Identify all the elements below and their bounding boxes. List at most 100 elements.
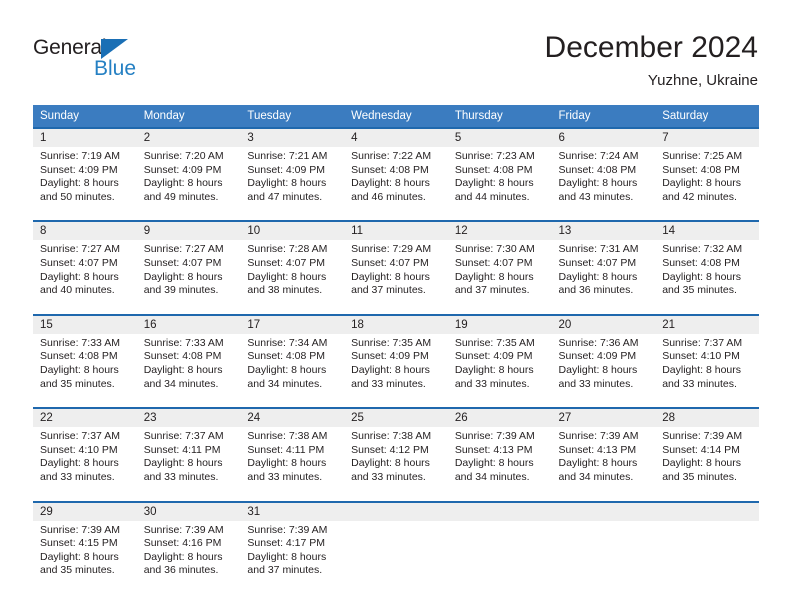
week-spacer-cell	[33, 305, 759, 314]
day-sunset-text: Sunset: 4:09 PM	[454, 350, 533, 363]
day-sunrise-text: Sunrise: 7:38 AM	[247, 430, 328, 443]
day-sunrise-text: Sunrise: 7:39 AM	[558, 430, 639, 443]
day-number[interactable]: 17	[240, 315, 345, 334]
day-daylight-text: and 39 minutes.	[143, 284, 219, 297]
day-cell[interactable]: Sunrise: 7:37 AM Sunset: 4:10 PM Daylight:…	[655, 333, 759, 400]
day-number[interactable]: 1	[33, 129, 137, 147]
day-cell[interactable]: Sunrise: 7:33 AM Sunset: 4:08 PM Daylight:…	[136, 333, 241, 400]
day-daylight-text: and 38 minutes.	[247, 284, 323, 297]
day-number[interactable]: 30	[136, 502, 241, 521]
day-sunset-text: Sunset: 4:09 PM	[40, 163, 118, 176]
day-number[interactable]: 19	[447, 315, 552, 334]
day-number[interactable]: 18	[344, 315, 448, 334]
day-sunset-text: Sunset: 4:08 PM	[351, 163, 429, 176]
day-number[interactable]: 24	[240, 409, 345, 428]
day-number[interactable]: 20	[551, 315, 656, 334]
day-number[interactable]: 28	[655, 409, 759, 428]
day-number[interactable]: 13	[551, 222, 656, 241]
day-sunrise-text: Sunrise: 7:39 AM	[247, 523, 328, 536]
page-subtitle: Yuzhne, Ukraine	[647, 72, 758, 89]
day-number[interactable]: 29	[33, 502, 137, 521]
day-number[interactable]: 5	[447, 129, 552, 147]
day-number[interactable]: 25	[344, 409, 448, 428]
week-spacer	[33, 492, 759, 501]
day-number[interactable]: 23	[136, 409, 241, 428]
day-number-empty	[447, 502, 552, 521]
day-number[interactable]: 9	[136, 222, 241, 241]
day-number[interactable]: 27	[551, 409, 656, 428]
day-cell[interactable]: Sunrise: 7:39 AM Sunset: 4:16 PM Daylight:…	[136, 520, 241, 586]
day-number[interactable]: 7	[655, 129, 759, 147]
day-cell[interactable]: Sunrise: 7:29 AM Sunset: 4:07 PM Daylight:…	[344, 240, 448, 306]
day-cell[interactable]: Sunrise: 7:38 AM Sunset: 4:12 PM Daylight:…	[344, 427, 448, 493]
day-cell[interactable]: Sunrise: 7:35 AM Sunset: 4:09 PM Daylight:…	[344, 333, 448, 400]
day-number[interactable]: 26	[447, 409, 552, 428]
week-spacer	[33, 399, 759, 408]
day-number[interactable]: 21	[655, 315, 759, 334]
page-header: General Blue December 2024 Yuzhne, Ukrai…	[0, 0, 792, 100]
day-number[interactable]: 10	[240, 222, 345, 241]
day-sunrise-text: Sunrise: 7:28 AM	[247, 243, 328, 256]
day-number[interactable]: 11	[344, 222, 448, 241]
day-cell-empty	[344, 520, 448, 586]
day-cell[interactable]: Sunrise: 7:37 AM Sunset: 4:11 PM Daylight:…	[136, 427, 241, 493]
day-daylight-text: Daylight: 8 hours	[558, 363, 638, 376]
day-cell[interactable]: Sunrise: 7:38 AM Sunset: 4:11 PM Daylight:…	[240, 427, 345, 493]
day-details-row: Sunrise: 7:27 AM Sunset: 4:07 PM Daylight:…	[33, 240, 759, 306]
day-daylight-text: Daylight: 8 hours	[662, 363, 742, 376]
day-cell[interactable]: Sunrise: 7:25 AM Sunset: 4:08 PM Daylight:…	[655, 147, 759, 213]
day-daylight-text: Daylight: 8 hours	[143, 457, 223, 470]
day-cell[interactable]: Sunrise: 7:39 AM Sunset: 4:15 PM Daylight:…	[33, 520, 137, 586]
day-number[interactable]: 14	[655, 222, 759, 241]
day-sunrise-text: Sunrise: 7:30 AM	[454, 243, 535, 256]
day-sunset-text: Sunset: 4:09 PM	[143, 163, 222, 176]
day-number[interactable]: 4	[344, 129, 448, 147]
day-daylight-text: Daylight: 8 hours	[143, 177, 223, 190]
day-sunset-text: Sunset: 4:08 PM	[662, 163, 740, 176]
day-sunrise-text: Sunrise: 7:33 AM	[40, 336, 120, 349]
day-cell[interactable]: Sunrise: 7:34 AM Sunset: 4:08 PM Daylight:…	[240, 333, 345, 400]
day-cell[interactable]: Sunrise: 7:33 AM Sunset: 4:08 PM Daylight:…	[33, 333, 137, 400]
day-daylight-text: Daylight: 8 hours	[247, 457, 327, 470]
day-cell[interactable]: Sunrise: 7:36 AM Sunset: 4:09 PM Daylight:…	[551, 333, 656, 400]
weekday-header-friday: Friday	[551, 105, 656, 127]
day-sunset-text: Sunset: 4:10 PM	[40, 443, 118, 456]
day-number[interactable]: 6	[551, 129, 656, 147]
day-cell[interactable]: Sunrise: 7:39 AM Sunset: 4:13 PM Daylight:…	[551, 427, 656, 493]
day-cell[interactable]: Sunrise: 7:27 AM Sunset: 4:07 PM Daylight:…	[33, 240, 137, 306]
day-sunrise-text: Sunrise: 7:34 AM	[247, 336, 328, 349]
day-cell[interactable]: Sunrise: 7:39 AM Sunset: 4:17 PM Daylight:…	[240, 520, 345, 586]
day-cell[interactable]: Sunrise: 7:37 AM Sunset: 4:10 PM Daylight:…	[33, 427, 137, 493]
day-number[interactable]: 31	[240, 502, 345, 521]
day-number[interactable]: 2	[136, 129, 241, 147]
day-cell[interactable]: Sunrise: 7:21 AM Sunset: 4:09 PM Daylight:…	[240, 147, 345, 213]
day-number[interactable]: 15	[33, 315, 137, 334]
day-daylight-text: and 33 minutes.	[40, 470, 115, 483]
day-cell[interactable]: Sunrise: 7:30 AM Sunset: 4:07 PM Daylight:…	[447, 240, 552, 306]
day-number[interactable]: 12	[447, 222, 552, 241]
day-cell[interactable]: Sunrise: 7:31 AM Sunset: 4:07 PM Daylight:…	[551, 240, 656, 306]
day-sunrise-text: Sunrise: 7:32 AM	[662, 243, 743, 256]
day-number[interactable]: 8	[33, 222, 137, 241]
day-cell[interactable]: Sunrise: 7:23 AM Sunset: 4:08 PM Daylight:…	[447, 147, 552, 213]
day-sunrise-text: Sunrise: 7:24 AM	[558, 150, 639, 162]
day-cell[interactable]: Sunrise: 7:24 AM Sunset: 4:08 PM Daylight:…	[551, 147, 656, 213]
day-number[interactable]: 22	[33, 409, 137, 428]
day-cell[interactable]: Sunrise: 7:22 AM Sunset: 4:08 PM Daylight:…	[344, 147, 448, 213]
day-sunset-text: Sunset: 4:08 PM	[247, 350, 326, 363]
day-daylight-text: Daylight: 8 hours	[40, 363, 119, 376]
day-number[interactable]: 16	[136, 315, 241, 334]
day-daylight-text: Daylight: 8 hours	[558, 270, 638, 283]
day-cell[interactable]: Sunrise: 7:19 AM Sunset: 4:09 PM Daylight:…	[33, 147, 137, 213]
day-sunset-text: Sunset: 4:14 PM	[662, 443, 740, 456]
day-cell[interactable]: Sunrise: 7:35 AM Sunset: 4:09 PM Daylight:…	[447, 333, 552, 400]
day-daylight-text: Daylight: 8 hours	[40, 177, 119, 190]
day-cell[interactable]: Sunrise: 7:27 AM Sunset: 4:07 PM Daylight:…	[136, 240, 241, 306]
day-cell[interactable]: Sunrise: 7:32 AM Sunset: 4:08 PM Daylight:…	[655, 240, 759, 306]
day-cell[interactable]: Sunrise: 7:28 AM Sunset: 4:07 PM Daylight:…	[240, 240, 345, 306]
day-cell[interactable]: Sunrise: 7:20 AM Sunset: 4:09 PM Daylight:…	[136, 147, 241, 213]
day-cell[interactable]: Sunrise: 7:39 AM Sunset: 4:13 PM Daylight:…	[447, 427, 552, 493]
day-number-row: 29 30 31	[33, 502, 759, 521]
day-number[interactable]: 3	[240, 129, 345, 147]
day-cell[interactable]: Sunrise: 7:39 AM Sunset: 4:14 PM Daylight:…	[655, 427, 759, 493]
